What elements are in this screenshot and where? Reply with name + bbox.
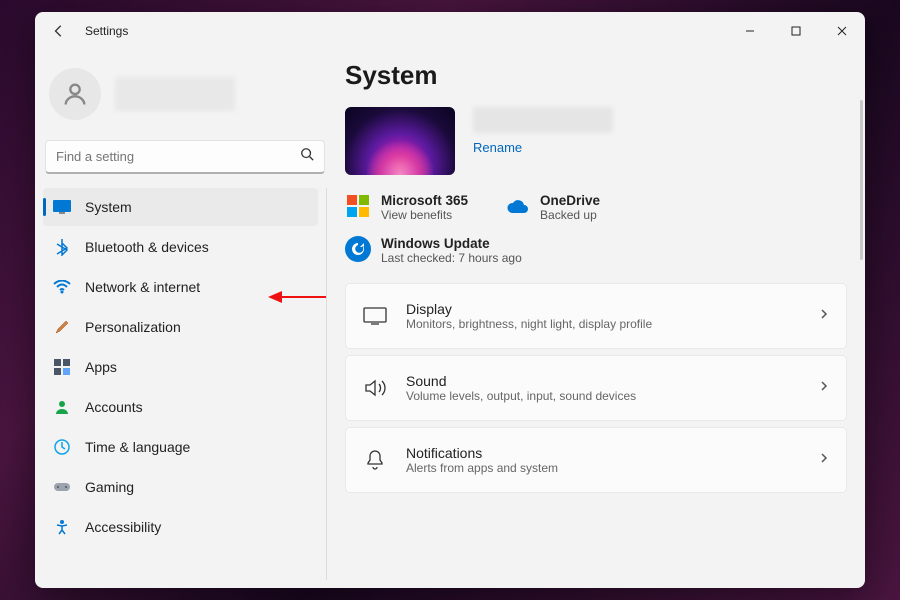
sidebar-item-accessibility[interactable]: Accessibility — [43, 508, 318, 546]
bluetooth-icon — [53, 238, 71, 256]
chevron-right-icon — [818, 307, 830, 325]
titlebar: Settings — [35, 12, 865, 50]
sidebar-item-gaming[interactable]: Gaming — [43, 468, 318, 506]
card-title: Display — [406, 301, 652, 317]
user-name-redacted — [115, 77, 235, 111]
status-title: Microsoft 365 — [381, 193, 468, 208]
paintbrush-icon — [53, 318, 71, 336]
device-name-redacted — [473, 107, 613, 133]
user-account-row[interactable] — [43, 58, 327, 134]
device-info-row: Rename — [345, 107, 847, 175]
main-content: System Rename Microsoft 365 View benefit… — [335, 50, 865, 588]
sidebar-item-label: Accessibility — [85, 519, 161, 535]
update-icon — [345, 236, 371, 262]
window-controls — [727, 15, 865, 47]
sidebar-item-network[interactable]: Network & internet — [43, 268, 318, 306]
page-title: System — [345, 60, 847, 91]
status-title: OneDrive — [540, 193, 600, 208]
search-input[interactable] — [56, 149, 300, 164]
apps-icon — [53, 358, 71, 376]
settings-card-display[interactable]: Display Monitors, brightness, night ligh… — [345, 283, 847, 349]
chevron-right-icon — [818, 379, 830, 397]
window-title: Settings — [85, 24, 128, 38]
sidebar-item-personalization[interactable]: Personalization — [43, 308, 318, 346]
sidebar-item-bluetooth[interactable]: Bluetooth & devices — [43, 228, 318, 266]
onedrive-status[interactable]: OneDrive Backed up — [504, 193, 600, 222]
person-icon — [53, 398, 71, 416]
back-button[interactable] — [49, 21, 69, 41]
desktop-wallpaper-thumb[interactable] — [345, 107, 455, 175]
sidebar-item-label: Gaming — [85, 479, 134, 495]
scrollbar[interactable] — [860, 100, 863, 260]
display-icon — [362, 303, 388, 329]
chevron-right-icon — [818, 451, 830, 469]
sidebar-item-system[interactable]: System — [43, 188, 318, 226]
system-icon — [53, 198, 71, 216]
sidebar-nav: System Bluetooth & devices Network & int… — [43, 188, 327, 580]
sidebar-item-accounts[interactable]: Accounts — [43, 388, 318, 426]
sidebar-item-label: Bluetooth & devices — [85, 239, 209, 255]
card-title: Notifications — [406, 445, 558, 461]
status-sub: View benefits — [381, 208, 468, 222]
sound-icon — [362, 375, 388, 401]
microsoft-logo-icon — [345, 193, 371, 219]
gamepad-icon — [53, 478, 71, 496]
settings-card-sound[interactable]: Sound Volume levels, output, input, soun… — [345, 355, 847, 421]
status-sub: Backed up — [540, 208, 600, 222]
settings-card-notifications[interactable]: Notifications Alerts from apps and syste… — [345, 427, 847, 493]
sidebar-item-label: Network & internet — [85, 279, 200, 295]
status-title: Windows Update — [381, 236, 522, 251]
sidebar-item-label: Apps — [85, 359, 117, 375]
search-icon — [300, 147, 314, 166]
sidebar-item-label: System — [85, 199, 132, 215]
card-title: Sound — [406, 373, 636, 389]
search-box[interactable] — [45, 140, 325, 174]
onedrive-icon — [504, 193, 530, 219]
sidebar-item-time-language[interactable]: Time & language — [43, 428, 318, 466]
card-sub: Alerts from apps and system — [406, 461, 558, 475]
minimize-button[interactable] — [727, 15, 773, 47]
avatar — [49, 68, 101, 120]
close-button[interactable] — [819, 15, 865, 47]
sidebar-item-label: Accounts — [85, 399, 143, 415]
sidebar: System Bluetooth & devices Network & int… — [35, 50, 335, 588]
sidebar-item-label: Time & language — [85, 439, 190, 455]
status-sub: Last checked: 7 hours ago — [381, 251, 522, 265]
card-sub: Monitors, brightness, night light, displ… — [406, 317, 652, 331]
card-sub: Volume levels, output, input, sound devi… — [406, 389, 636, 403]
sidebar-item-label: Personalization — [85, 319, 181, 335]
maximize-button[interactable] — [773, 15, 819, 47]
microsoft365-status[interactable]: Microsoft 365 View benefits — [345, 193, 468, 222]
wifi-icon — [53, 278, 71, 296]
bell-icon — [362, 447, 388, 473]
windows-update-status[interactable]: Windows Update Last checked: 7 hours ago — [345, 236, 847, 265]
rename-link[interactable]: Rename — [473, 140, 522, 155]
globe-clock-icon — [53, 438, 71, 456]
sidebar-item-apps[interactable]: Apps — [43, 348, 318, 386]
settings-window: Settings — [35, 12, 865, 588]
accessibility-icon — [53, 518, 71, 536]
